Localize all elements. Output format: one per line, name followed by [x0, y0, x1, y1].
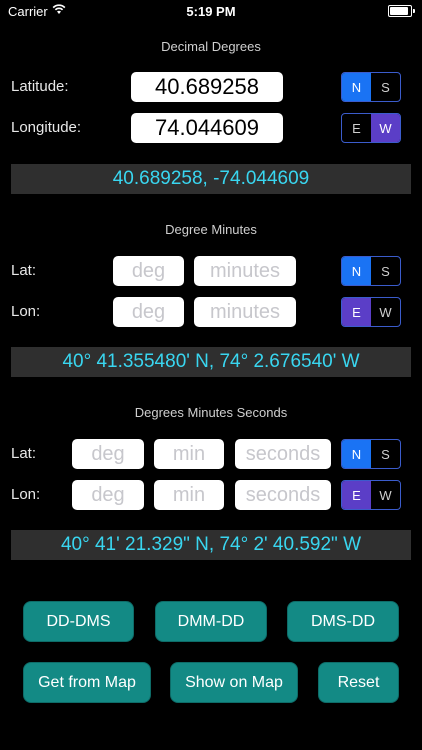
section-title-dms: Degrees Minutes Seconds	[134, 405, 288, 420]
segment-n[interactable]: N	[342, 73, 371, 101]
dm-lat-minutes-field[interactable]: minutes	[194, 256, 296, 286]
segment-n[interactable]: N	[342, 257, 371, 285]
dms-lat-deg-field[interactable]: deg	[72, 439, 144, 469]
latitude-ns-segment[interactable]: N S	[341, 72, 401, 102]
segment-e[interactable]: E	[342, 481, 371, 509]
dms-lat-label: Lat:	[11, 445, 37, 462]
segment-w[interactable]: W	[371, 298, 400, 326]
longitude-label: Longitude:	[11, 119, 82, 136]
status-bar: Carrier 5:19 PM	[0, 0, 422, 24]
section-title-decimal: Decimal Degrees	[161, 39, 261, 54]
segment-n[interactable]: N	[342, 440, 371, 468]
section-title-dm: Degree Minutes	[165, 222, 257, 237]
dms-lon-deg-field[interactable]: deg	[72, 480, 144, 510]
longitude-field[interactable]: 74.044609	[131, 113, 283, 143]
latitude-field[interactable]: 40.689258	[131, 72, 283, 102]
segment-e[interactable]: E	[342, 114, 371, 142]
segment-w[interactable]: W	[371, 114, 400, 142]
dms-lon-seconds-field[interactable]: seconds	[235, 480, 331, 510]
decimal-result: 40.689258, -74.044609	[11, 164, 411, 194]
dms-result: 40° 41' 21.329" N, 74° 2' 40.592" W	[11, 530, 411, 560]
segment-s[interactable]: S	[371, 440, 400, 468]
dm-lat-deg-field[interactable]: deg	[113, 256, 184, 286]
dms-lon-ew-segment[interactable]: E W	[341, 480, 401, 510]
latitude-label: Latitude:	[11, 78, 69, 95]
dm-lat-label: Lat:	[11, 262, 37, 279]
get-from-map-button[interactable]: Get from Map	[23, 662, 151, 703]
dm-lon-minutes-field[interactable]: minutes	[194, 297, 296, 327]
dm-result: 40° 41.355480' N, 74° 2.676540' W	[11, 347, 411, 377]
reset-button[interactable]: Reset	[318, 662, 399, 703]
dmm-dd-button[interactable]: DMM-DD	[155, 601, 267, 642]
dm-lon-label: Lon:	[11, 303, 41, 320]
dms-lon-label: Lon:	[11, 486, 41, 503]
longitude-ew-segment[interactable]: E W	[341, 113, 401, 143]
segment-s[interactable]: S	[371, 257, 400, 285]
dm-lon-deg-field[interactable]: deg	[113, 297, 184, 327]
dms-lat-ns-segment[interactable]: N S	[341, 439, 401, 469]
segment-w[interactable]: W	[371, 481, 400, 509]
segment-e[interactable]: E	[342, 298, 371, 326]
show-on-map-button[interactable]: Show on Map	[170, 662, 298, 703]
dms-lon-min-field[interactable]: min	[154, 480, 224, 510]
dms-lat-seconds-field[interactable]: seconds	[235, 439, 331, 469]
dms-lat-min-field[interactable]: min	[154, 439, 224, 469]
segment-s[interactable]: S	[371, 73, 400, 101]
dms-dd-button[interactable]: DMS-DD	[287, 601, 399, 642]
clock: 5:19 PM	[186, 4, 236, 19]
dm-lon-ew-segment[interactable]: E W	[341, 297, 401, 327]
dd-dms-button[interactable]: DD-DMS	[23, 601, 134, 642]
dm-lat-ns-segment[interactable]: N S	[341, 256, 401, 286]
battery-icon	[388, 5, 415, 17]
